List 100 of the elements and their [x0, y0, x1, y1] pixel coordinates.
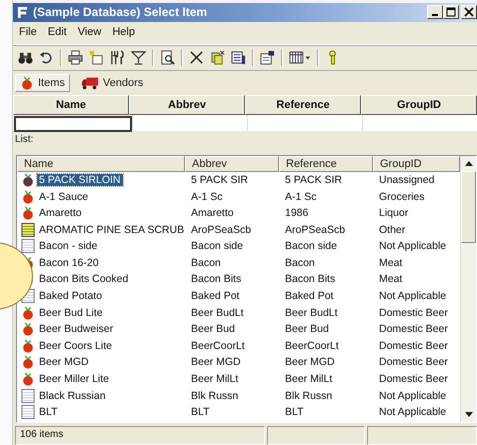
table-cell-text: Beer Bud — [284, 323, 330, 336]
scrollbar[interactable] — [460, 156, 476, 422]
apple-icon — [20, 76, 34, 90]
table-cell-text: Amaretto — [190, 207, 235, 220]
apple-icon — [21, 338, 35, 353]
list-item[interactable]: Beer Coors Lite — [37, 340, 114, 352]
apple-icon — [21, 306, 35, 320]
table-cell-text: Groceries — [378, 190, 426, 203]
fork-knife-icon[interactable] — [110, 50, 125, 66]
table-cell-text: Domestic Beer — [378, 373, 449, 386]
table-cell-text: Domestic Beer — [378, 323, 449, 336]
truck-icon — [80, 76, 99, 90]
table-cell-text: Blk Russn — [284, 390, 334, 402]
apple-icon — [21, 206, 35, 220]
list-item[interactable]: AROMATIC PINE SEA SCRUB — [37, 224, 186, 236]
menu-item[interactable]: View — [78, 26, 102, 40]
list-item[interactable]: Bacon - side — [37, 240, 100, 252]
document-icon — [21, 239, 35, 254]
menu-item[interactable]: File — [19, 26, 37, 40]
table-cell-text: AroPSeaScb — [190, 224, 252, 236]
table-cell-text: 5 PACK SIR — [284, 174, 343, 186]
notepad-icon — [21, 222, 35, 237]
list-item[interactable]: 5 PACK SIRLOIN — [37, 174, 122, 186]
table-cell-text: Bacon side — [284, 240, 338, 252]
apple-icon — [21, 190, 35, 204]
table-cell-text: Liquor — [378, 207, 410, 220]
cocktail-glass-icon[interactable] — [131, 50, 146, 66]
window-title: (Sample Database) Select Item — [33, 5, 208, 20]
list-item[interactable]: BLT — [37, 406, 60, 418]
close-button[interactable] — [461, 5, 477, 20]
column-header: Reference — [245, 94, 361, 115]
delete-icon[interactable] — [189, 50, 204, 66]
list-item[interactable]: Amaretto — [37, 207, 84, 220]
app-icon — [17, 6, 28, 19]
table-cell-text: 1986 — [284, 207, 310, 220]
scroll-down-icon[interactable] — [464, 412, 472, 418]
input-field[interactable] — [14, 116, 132, 132]
table-cell-text: Baked Pot — [190, 290, 240, 302]
document-icon — [21, 388, 35, 403]
close-icon — [464, 7, 474, 18]
report-icon[interactable] — [231, 50, 246, 66]
maximize-button[interactable] — [443, 5, 459, 20]
table-cell-text: Beer BudLt — [190, 306, 245, 319]
column-header[interactable]: Name — [17, 156, 185, 172]
scroll-thumb[interactable] — [461, 170, 476, 243]
list-item[interactable]: Black Russian — [37, 390, 108, 402]
list-item[interactable]: Beer Budweiser — [37, 323, 116, 336]
list-item[interactable]: Bacon 16-20 — [37, 256, 101, 269]
table-cell-text: Beer MilLt — [284, 373, 334, 386]
table-cell-text: A-1 Sc — [190, 190, 224, 203]
column-header[interactable]: GroupID — [373, 156, 460, 172]
table-cell-text: Beer MilLt — [190, 373, 240, 386]
table-cell-text: Bacon — [190, 256, 222, 269]
table-cell-text: Other — [378, 224, 406, 236]
table-cell-text: Beer MGD — [190, 356, 242, 368]
tab[interactable]: Items — [15, 74, 70, 92]
list-item[interactable]: Baked Potato — [37, 290, 104, 302]
menu-item[interactable]: Help — [112, 26, 135, 40]
table-cell-text: BeerCoorLt — [190, 340, 246, 352]
table-cell-text: Beer MGD — [284, 356, 336, 368]
column-header: Name — [13, 94, 129, 115]
list-item[interactable]: Beer Miller Lite — [37, 373, 112, 386]
preview-icon[interactable] — [160, 50, 175, 66]
new-item-icon[interactable] — [89, 50, 104, 66]
table-cell-text: Domestic Beer — [378, 306, 449, 319]
maximize-icon — [446, 7, 456, 18]
table-cell-text: 5 PACK SIR — [190, 174, 249, 186]
table-cell-text: Bacon — [284, 256, 316, 269]
column-header[interactable]: Reference — [279, 156, 373, 172]
status-text: 106 items — [15, 426, 265, 445]
undo-icon[interactable] — [39, 50, 54, 66]
document-icon — [21, 405, 35, 420]
table-cell-text: A-1 Sc — [284, 190, 318, 203]
table-cell-text: Not Applicable — [378, 406, 448, 418]
list-item[interactable]: Bacon Bits Cooked — [37, 273, 130, 286]
columns-dropdown-icon[interactable] — [289, 50, 311, 66]
printer-icon[interactable] — [68, 50, 83, 66]
column-header: Abbrev — [129, 94, 245, 115]
table-cell-text: BeerCoorLt — [284, 340, 340, 352]
table-cell-text: Not Applicable — [378, 290, 448, 302]
table-cell-text: Not Applicable — [378, 240, 448, 252]
list-item[interactable]: A-1 Sauce — [37, 190, 90, 203]
column-header[interactable]: Abbrev — [185, 156, 279, 172]
apple-icon — [21, 172, 35, 187]
table-cell-text: BLT — [284, 406, 304, 418]
list-item[interactable]: Beer Bud Lite — [37, 306, 105, 319]
apple-icon — [21, 372, 35, 386]
properties-icon[interactable] — [260, 50, 275, 66]
copy-icon[interactable] — [210, 50, 225, 66]
minimize-button[interactable] — [427, 5, 443, 20]
table-cell-text: Unassigned — [378, 174, 436, 186]
list-item[interactable]: Beer MGD — [37, 356, 91, 368]
menu-item[interactable]: Edit — [48, 26, 67, 40]
tab[interactable]: Vendors — [76, 74, 148, 92]
scroll-up-icon[interactable] — [464, 160, 472, 166]
binoculars-icon[interactable] — [18, 50, 33, 66]
list-label: List: — [14, 132, 34, 147]
table-cell-text: Meat — [378, 273, 404, 286]
table-cell-text: Bacon Bits — [190, 273, 242, 286]
table-cell-text: BLT — [190, 406, 210, 418]
